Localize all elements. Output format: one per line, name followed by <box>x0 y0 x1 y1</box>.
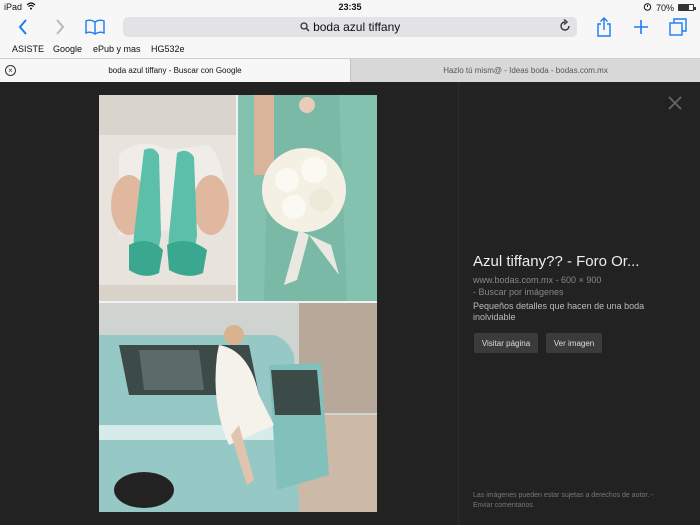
tab-bar: × boda azul tiffany - Buscar con Google … <box>0 58 700 82</box>
result-source[interactable]: www.bodas.com.mx <box>473 275 553 285</box>
close-tab-icon[interactable]: × <box>5 65 16 76</box>
chevron-right-icon <box>56 19 65 35</box>
back-button[interactable] <box>12 17 34 37</box>
tab-label: Hazlo tú mism@ - Ideas boda - bodas.com.… <box>443 66 608 75</box>
bookmark-google[interactable]: Google <box>53 44 82 54</box>
bookmark-hg532e[interactable]: HG532e <box>151 44 185 54</box>
tabs-overview-button[interactable] <box>667 17 689 37</box>
share-icon <box>597 17 611 37</box>
clock: 23:35 <box>338 2 362 12</box>
share-button[interactable] <box>593 17 615 37</box>
feedback-link[interactable]: Enviar comentarios <box>473 502 533 509</box>
reload-icon[interactable] <box>559 18 571 38</box>
search-query: boda azul tiffany <box>313 20 401 34</box>
search-icon <box>300 20 313 34</box>
book-icon <box>85 19 105 35</box>
bookmark-asiste[interactable]: ASISTE <box>12 44 44 54</box>
alarm-icon <box>643 2 652 13</box>
tabs-icon <box>669 18 687 36</box>
result-dimensions: 600 × 900 <box>561 275 602 285</box>
visit-page-button[interactable]: Visitar página <box>474 333 538 353</box>
status-bar: iPad 23:35 70% <box>0 0 700 14</box>
tab-bodas[interactable]: Hazlo tú mism@ - Ideas boda - bodas.com.… <box>350 59 700 82</box>
battery-icon <box>678 4 696 11</box>
chevron-left-icon <box>18 19 27 35</box>
image-viewer: Azul tiffany?? - Foro Or... www.bodas.co… <box>0 82 700 525</box>
close-icon <box>668 96 682 110</box>
search-by-image-link[interactable]: - Buscar por imágenes <box>473 287 564 297</box>
forward-button[interactable] <box>49 17 71 37</box>
new-tab-button[interactable] <box>630 17 652 37</box>
plus-icon <box>634 20 648 34</box>
result-title[interactable]: Azul tiffany?? - Foro Or... <box>473 253 673 270</box>
footer-notice: Las imágenes pueden estar sujetas a dere… <box>473 491 663 511</box>
footer-separator: - <box>651 492 654 499</box>
battery-percent: 70% <box>655 2 674 13</box>
tab-label: boda azul tiffany - Buscar con Google <box>108 66 242 75</box>
copyright-notice: Las imágenes pueden estar sujetas a dere… <box>473 492 650 499</box>
preview-image[interactable] <box>99 95 377 512</box>
panel-divider <box>458 82 459 525</box>
result-meta: www.bodas.com.mx - 600 × 900 <box>473 275 601 285</box>
result-description: Pequeños detalles que hacen de una boda … <box>473 301 645 322</box>
close-viewer-button[interactable] <box>667 94 683 117</box>
search-by-image-label: Buscar por imágenes <box>478 287 564 297</box>
bookmarks-bar: ASISTE Google ePub y mas HG532e <box>0 40 700 58</box>
address-bar[interactable]: boda azul tiffany <box>123 17 577 37</box>
browser-toolbar: boda azul tiffany <box>0 14 700 40</box>
tab-google-search[interactable]: × boda azul tiffany - Buscar con Google <box>0 59 350 82</box>
bookmark-epub-y-mas[interactable]: ePub y mas <box>93 44 141 54</box>
bookmarks-button[interactable] <box>84 17 106 37</box>
view-image-button[interactable]: Ver imagen <box>546 333 602 353</box>
